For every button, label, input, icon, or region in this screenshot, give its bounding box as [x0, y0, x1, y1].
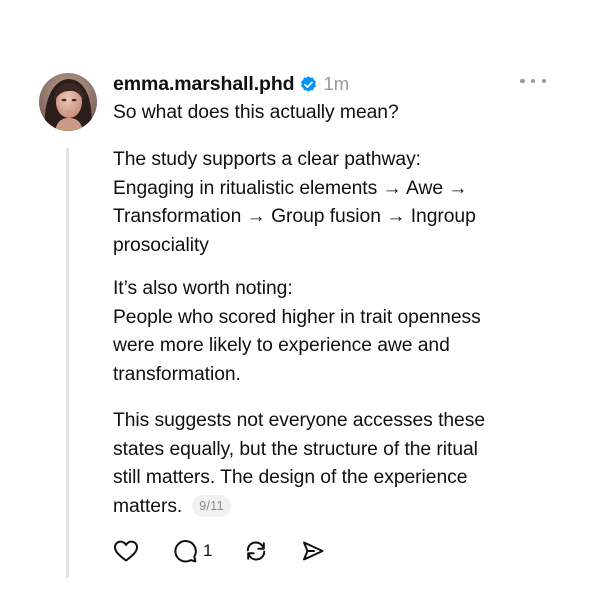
text-line: states equally, but the structure of the… [113, 438, 478, 460]
more-options-icon[interactable] [520, 74, 546, 88]
like-button[interactable] [113, 537, 139, 565]
share-button[interactable] [300, 537, 326, 565]
post-paragraph-2: The study supports a clear pathway: Enga… [113, 146, 476, 260]
comment-icon [174, 540, 197, 563]
repost-icon [246, 541, 266, 561]
thread-post: emma.marshall.phd 1m So what does this a… [0, 0, 600, 600]
avatar-photo [39, 73, 97, 131]
text-line-last: matters. 9/11 [113, 493, 485, 522]
text-line: Engaging in ritualistic elements → Awe → [113, 177, 468, 199]
avatar[interactable] [39, 73, 97, 131]
text-line: This suggests not everyone accesses thes… [113, 410, 485, 431]
text-line: matters. [113, 495, 183, 517]
text-line: were more likely to experience awe and [113, 335, 450, 356]
post-header: emma.marshall.phd 1m [113, 70, 349, 98]
post-timestamp: 1m [323, 73, 350, 94]
send-icon [303, 541, 324, 561]
text-line: Transformation → Group fusion → Ingroup [113, 206, 476, 227]
text-line: transformation. [113, 363, 241, 385]
text-line: The study supports a clear pathway: [113, 149, 421, 170]
text-line: It’s also worth noting: [113, 278, 293, 299]
thread-position-badge: 9/11 [192, 494, 231, 517]
text-line: People who scored higher in trait openne… [113, 306, 481, 328]
post-paragraph-3: It’s also worth noting: People who score… [113, 275, 481, 389]
reply-count: 1 [203, 541, 213, 560]
thread-line [66, 148, 69, 578]
reply-button[interactable]: 1 [172, 537, 212, 565]
text-line: So what does this actually mean? [113, 102, 399, 123]
username[interactable]: emma.marshall.phd [113, 73, 295, 96]
post-paragraph-4: This suggests not everyone accesses thes… [113, 407, 485, 521]
repost-button[interactable] [243, 537, 269, 565]
text-line: still matters. The design of the experie… [113, 467, 468, 488]
text-line: prosociality [113, 234, 209, 256]
post-paragraph-1: So what does this actually mean? [113, 99, 399, 128]
verified-badge-icon [299, 75, 318, 94]
heart-icon [114, 540, 138, 562]
